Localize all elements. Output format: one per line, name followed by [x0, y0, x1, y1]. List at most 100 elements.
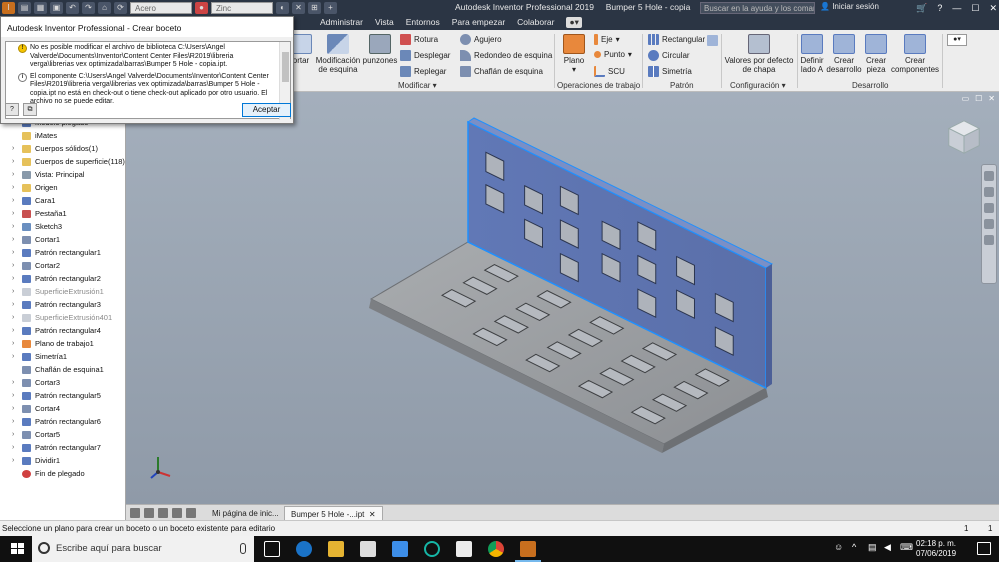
replegar-button[interactable]: Replegar: [400, 66, 446, 77]
cascade-icon[interactable]: [144, 508, 154, 518]
people-icon[interactable]: ☺: [834, 542, 843, 552]
accept-button[interactable]: Aceptar: [242, 103, 291, 117]
plane-button[interactable]: Plano ▾: [560, 34, 588, 74]
tab-entornos[interactable]: Entornos: [406, 17, 440, 28]
axis-button[interactable]: Eje ▾: [594, 34, 620, 45]
tile-icon[interactable]: [130, 508, 140, 518]
expander-icon[interactable]: ›: [12, 168, 14, 181]
mirror-button[interactable]: Simetría: [648, 66, 692, 77]
create-flat-pattern-button[interactable]: Crear desarrollo: [826, 34, 862, 74]
help-button[interactable]: ?: [5, 103, 19, 116]
expander-icon[interactable]: ›: [12, 207, 14, 220]
chrome-icon[interactable]: [488, 541, 504, 557]
appearance-icon[interactable]: ●: [195, 2, 208, 14]
notifications-icon[interactable]: [977, 542, 991, 555]
tab-options-icon[interactable]: ●▾: [566, 17, 582, 28]
expander-icon[interactable]: ›: [12, 389, 14, 402]
microphone-icon[interactable]: [240, 543, 246, 554]
tree-node[interactable]: › Patrón rectangular6: [0, 415, 125, 428]
rotura-button[interactable]: Rotura: [400, 34, 438, 45]
expander-icon[interactable]: ›: [12, 337, 14, 350]
punch-button[interactable]: punzones: [362, 34, 398, 65]
sheet-metal-defaults-button[interactable]: Valores por defecto de chapa: [724, 34, 794, 74]
tree-node[interactable]: › Sketch3: [0, 220, 125, 233]
tab-vista[interactable]: Vista: [375, 17, 394, 28]
close-tab-icon[interactable]: ✕: [369, 510, 376, 519]
corner-modification-button[interactable]: Modificación de esquina: [314, 34, 362, 74]
part-model[interactable]: [126, 92, 999, 504]
tree-node[interactable]: › Plano de trabajo1: [0, 337, 125, 350]
volume-icon[interactable]: ◀: [884, 542, 891, 553]
inventor-logo-icon[interactable]: I: [2, 2, 15, 14]
sign-in-link[interactable]: 👤 Iniciar sesión: [820, 2, 879, 11]
undo-icon[interactable]: ↶: [66, 2, 79, 14]
tree-node[interactable]: Fin de plegado: [0, 467, 125, 480]
arrange-icon[interactable]: [158, 508, 168, 518]
tree-node[interactable]: Chaflán de esquina1: [0, 363, 125, 376]
expander-icon[interactable]: ›: [12, 272, 14, 285]
point-button[interactable]: Punto ▾: [594, 50, 632, 59]
circular-pattern-button[interactable]: Circular: [648, 50, 690, 61]
tray-expand-icon[interactable]: ^: [852, 542, 856, 552]
agujero-button[interactable]: Agujero: [460, 34, 502, 45]
mail-icon[interactable]: [456, 541, 472, 557]
save-icon[interactable]: ▣: [50, 2, 63, 14]
expander-icon[interactable]: ›: [12, 311, 14, 324]
tree-node[interactable]: › Patrón rectangular7: [0, 441, 125, 454]
expander-icon[interactable]: ›: [12, 376, 14, 389]
measure-icon[interactable]: ⊞: [308, 2, 321, 14]
expander-icon[interactable]: ›: [12, 142, 14, 155]
tree-node[interactable]: › Dividir1: [0, 454, 125, 467]
expander-icon[interactable]: ›: [12, 220, 14, 233]
clear-icon[interactable]: ✕: [292, 2, 305, 14]
tree-node[interactable]: › Cortar2: [0, 259, 125, 272]
help-icon[interactable]: ?: [937, 0, 942, 16]
tree-node[interactable]: › Patrón rectangular4: [0, 324, 125, 337]
help-search-input[interactable]: Buscar en la ayuda y los comandos: [700, 2, 815, 14]
dropbox-icon[interactable]: [392, 541, 408, 557]
inventor-taskbar-icon[interactable]: [515, 541, 541, 562]
tree-node[interactable]: › Patrón rectangular5: [0, 389, 125, 402]
make-part-button[interactable]: Crear pieza: [862, 34, 890, 74]
chaflan-esquina-button[interactable]: Chaflán de esquina: [460, 66, 543, 77]
modify-group-label[interactable]: Modificar ▾: [398, 81, 437, 90]
tree-node[interactable]: › SuperficieExtrusión1: [0, 285, 125, 298]
expander-icon[interactable]: ›: [12, 454, 14, 467]
rectangular-pattern-button[interactable]: Rectangular: [648, 34, 705, 45]
make-components-button[interactable]: Crear componentes: [890, 34, 940, 74]
expander-icon[interactable]: ›: [12, 350, 14, 363]
desplegar-button[interactable]: Desplegar: [400, 50, 450, 61]
material-dropdown[interactable]: Acero: [130, 2, 192, 14]
tree-node[interactable]: › Cortar4: [0, 402, 125, 415]
tree-node[interactable]: › Pestaña1: [0, 207, 125, 220]
split-icon[interactable]: [172, 508, 182, 518]
tree-node[interactable]: › Patrón rectangular2: [0, 272, 125, 285]
tree-node[interactable]: iMates: [0, 129, 125, 142]
tab-administrar[interactable]: Administrar: [320, 17, 363, 28]
tree-node[interactable]: › Cortar5: [0, 428, 125, 441]
expander-icon[interactable]: ›: [12, 233, 14, 246]
network-icon[interactable]: ▤: [868, 542, 877, 553]
tab-para-empezar[interactable]: Para empezar: [452, 17, 505, 28]
scrollbar-thumb[interactable]: [282, 52, 289, 82]
tree-node[interactable]: › Simetría1: [0, 350, 125, 363]
tree-node[interactable]: › SuperficieExtrusión401: [0, 311, 125, 324]
redo-icon[interactable]: ↷: [82, 2, 95, 14]
tree-node[interactable]: › Cortar1: [0, 233, 125, 246]
tree-node[interactable]: › Vista: Principal: [0, 168, 125, 181]
new-file-icon[interactable]: ▤: [18, 2, 31, 14]
tree-node[interactable]: › Cortar3: [0, 376, 125, 389]
ribbon-options-button[interactable]: ●▾: [947, 34, 967, 46]
keyboard-icon[interactable]: ⌨: [900, 542, 913, 553]
store-icon[interactable]: [360, 541, 376, 557]
expander-icon[interactable]: ›: [12, 181, 14, 194]
plus-icon[interactable]: +: [324, 2, 337, 14]
home-page-tab[interactable]: Mi página de inic...: [206, 506, 285, 521]
expander-icon[interactable]: ›: [12, 259, 14, 272]
taskbar-search-input[interactable]: Escribe aquí para buscar: [32, 536, 254, 562]
open-file-icon[interactable]: ▦: [34, 2, 47, 14]
task-view-icon[interactable]: [264, 541, 280, 557]
redondeo-esquina-button[interactable]: Redondeo de esquina: [460, 50, 552, 61]
minimize-icon[interactable]: —: [952, 0, 961, 16]
expander-icon[interactable]: ›: [12, 415, 14, 428]
